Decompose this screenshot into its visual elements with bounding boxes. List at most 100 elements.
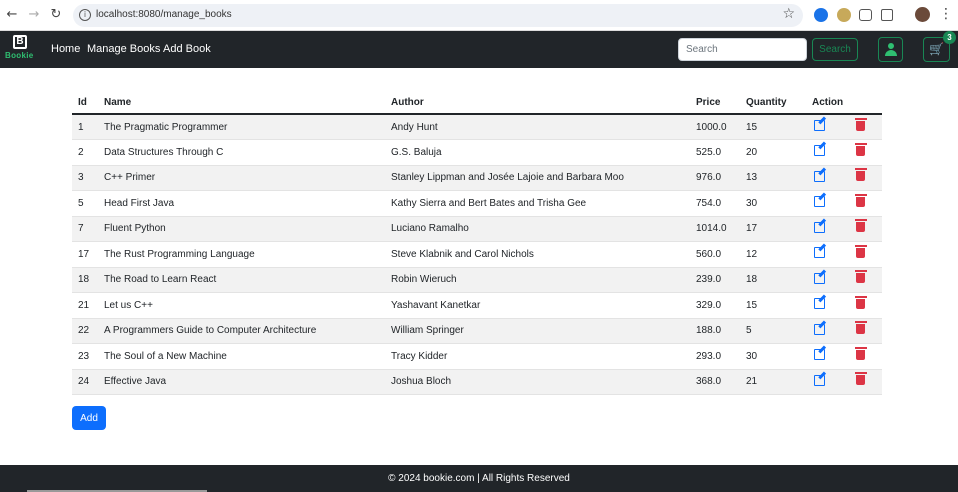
trash-icon[interactable] [854,219,867,233]
cell-delete [854,343,882,370]
cell-price: 754.0 [690,190,740,217]
add-book-button[interactable]: Add [72,406,106,430]
table-row: 3 C++ Primer Stanley Lippman and Josée Laj… [72,165,882,191]
back-icon[interactable]: ← [3,6,21,24]
cell-author: G.S. Baluja [385,139,690,166]
edit-icon[interactable] [814,145,825,157]
cart-count-badge: 3 [943,31,956,44]
edit-icon[interactable] [814,247,825,259]
cell-price: 329.0 [690,292,740,319]
edit-icon[interactable] [814,374,825,386]
forward-icon[interactable]: → [25,6,43,24]
table-body: 1 The Pragmatic Programmer Andy Hunt 1000.0… [72,114,882,395]
cell-quantity: 30 [740,190,806,217]
edit-icon[interactable] [814,196,825,208]
trash-icon[interactable] [854,270,867,284]
cell-name: Effective Java [98,369,385,395]
address-bar[interactable]: i localhost:8080/manage_books ☆ [73,4,803,27]
trash-icon[interactable] [854,321,867,335]
site-info-icon[interactable]: i [79,9,91,21]
table-row: 17 The Rust Programming Language Steve Kla… [72,241,882,268]
search-input[interactable]: Search [678,38,807,61]
edit-icon[interactable] [814,349,825,361]
trash-icon[interactable] [854,372,867,386]
cell-delete [854,318,882,344]
cell-name: Head First Java [98,190,385,217]
cell-edit [806,139,856,166]
extensions-puzzle-icon[interactable] [881,9,893,21]
trash-icon[interactable] [854,142,867,156]
trash-icon[interactable] [854,244,867,258]
cell-id: 22 [72,318,98,344]
cell-author: Andy Hunt [385,114,690,140]
table-row: 18 The Road to Learn React Robin Wieruch 23… [72,267,882,293]
table-row: 5 Head First Java Kathy Sierra and Bert Ba… [72,190,882,217]
cell-edit [806,216,856,242]
cell-quantity: 21 [740,369,806,395]
extension-icon[interactable] [837,8,851,22]
trash-icon[interactable] [854,117,867,131]
brand-name: Bookie [5,51,34,60]
cell-edit [806,318,856,344]
cell-quantity: 17 [740,216,806,242]
header-delete [856,92,882,115]
edit-icon[interactable] [814,272,825,284]
cell-edit [806,267,856,293]
cell-delete [854,241,882,268]
edit-icon[interactable] [814,298,825,310]
cell-quantity: 12 [740,241,806,268]
cell-price: 525.0 [690,139,740,166]
cell-edit [806,369,856,395]
edit-icon[interactable] [814,323,825,335]
search-button[interactable]: Search [812,38,858,61]
nav-manage-books-link[interactable]: Manage Books [87,43,160,55]
trash-icon[interactable] [854,168,867,182]
table-row: 2 Data Structures Through C G.S. Baluja 525… [72,139,882,166]
header-id: Id [72,92,98,115]
cell-author: Luciano Ramalho [385,216,690,242]
nav-home-link[interactable]: Home [51,43,80,55]
cell-id: 1 [72,114,98,140]
table-row: 22 A Programmers Guide to Computer Archit… [72,318,882,344]
cell-edit [806,292,856,319]
screenshot-icon[interactable] [859,9,872,21]
cell-author: Kathy Sierra and Bert Bates and Trisha G… [385,190,690,217]
table-row: 7 Fluent Python Luciano Ramalho 1014.0 17 [72,216,882,242]
trash-icon[interactable] [854,295,867,309]
cell-delete [854,292,882,319]
cell-quantity: 5 [740,318,806,344]
cell-delete [854,139,882,166]
brand-logo[interactable]: B Bookie [5,35,37,65]
edit-icon[interactable] [814,120,825,131]
address-url[interactable]: localhost:8080/manage_books [96,9,232,20]
cell-name: The Rust Programming Language [98,241,385,268]
cell-author: Steve Klabnik and Carol Nichols [385,241,690,268]
table-row: 1 The Pragmatic Programmer Andy Hunt 1000.0… [72,114,882,140]
cell-edit [806,241,856,268]
cell-author: William Springer [385,318,690,344]
trash-icon[interactable] [854,346,867,360]
cell-price: 560.0 [690,241,740,268]
edit-icon[interactable] [814,170,825,182]
cell-quantity: 15 [740,292,806,319]
cell-name: Let us C++ [98,292,385,319]
cell-id: 17 [72,241,98,268]
cell-edit [806,343,856,370]
header-name: Name [98,92,385,115]
cell-name: C++ Primer [98,165,385,191]
cell-author: Robin Wieruch [385,267,690,293]
browser-menu-icon[interactable]: ⋮ [939,6,953,22]
profile-avatar[interactable] [915,7,930,22]
cell-name: A Programmers Guide to Computer Architec… [98,318,385,344]
cell-id: 5 [72,190,98,217]
edit-icon[interactable] [814,221,825,233]
nav-add-book-link[interactable]: Add Book [163,43,211,55]
browser-toolbar: ← → ↻ i localhost:8080/manage_books ☆ ⋮ [0,0,958,31]
header-price: Price [690,92,740,115]
extension-icon[interactable] [814,8,828,22]
trash-icon[interactable] [854,193,867,207]
bookmark-star-icon[interactable]: ☆ [782,6,795,22]
books-table: Id Name Author Price Quantity Action 1 Th… [72,92,882,395]
user-account-button[interactable] [878,37,903,62]
reload-icon[interactable]: ↻ [47,6,65,24]
